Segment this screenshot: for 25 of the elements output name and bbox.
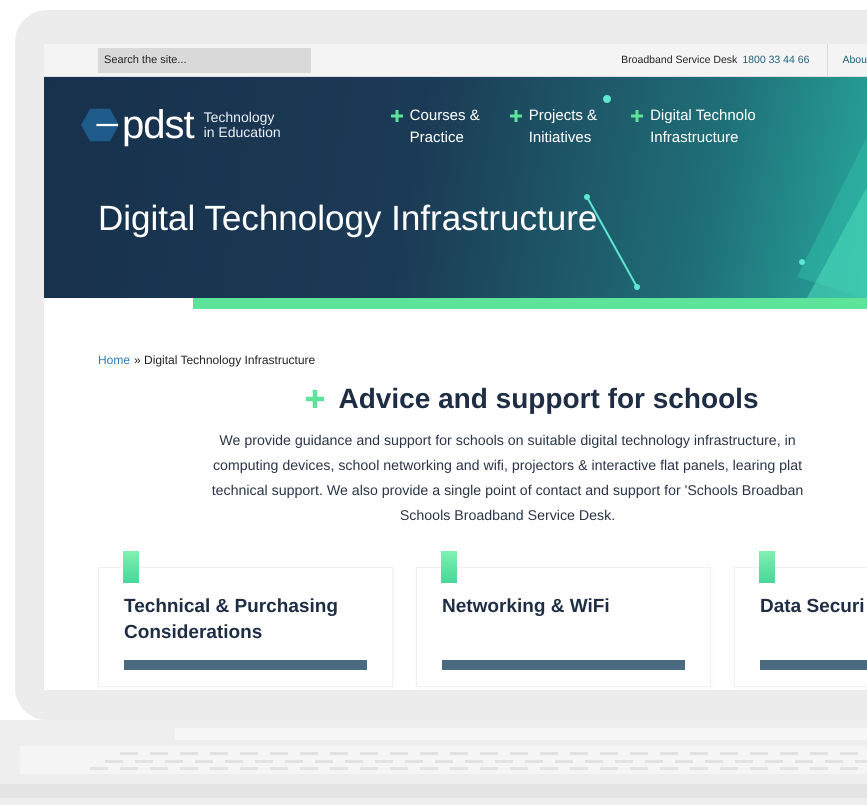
phone-link[interactable]: 1800 33 44 66 [742,54,810,66]
search-field[interactable]: Search the site... [98,48,311,72]
card-title: Data Securi [760,595,866,619]
logo-wordmark: pdst [122,105,194,145]
topic-card[interactable]: Data Securi [734,567,867,687]
topic-card[interactable]: Networking & WiFi [416,567,711,687]
plus-icon [510,110,522,122]
logo-tagline: Technology in Education [204,110,281,140]
section-heading: Advice and support for schools [338,383,759,415]
breadcrumb-home-link[interactable]: Home [98,353,130,367]
plus-icon [390,110,403,122]
plus-icon [306,390,324,408]
card-title: Networking & WiFi [442,595,611,619]
nav-menu-item[interactable]: Courses & Practice [390,105,480,149]
page-title: Digital Technology Infrastructure [98,199,598,239]
breadcrumb-current: » Digital Technology Infrastructure [134,353,316,367]
intro-paragraph: We provide guidance and support for schools on suitable digital technology infrastructure, in computing devices, school networking and wifi, projectors & interactive flat panels, learing plat technical support. We also provide a single point of contact and support for 'Schools Broadban Schools Broadband Service Desk. [210,432,804,526]
card-title: Technical & Purchasing Considerations [124,595,339,645]
nav-menu-item[interactable]: Projects & Initiatives [510,105,598,149]
service-desk-label: Broadband Service Desk [621,54,738,66]
nav-menu-item[interactable]: Digital Technolo Infrastructure [631,105,756,149]
hexagon-logo-icon [80,107,120,143]
plus-icon [631,110,644,122]
about-link[interactable]: Abou [842,54,867,66]
topic-card[interactable]: Technical & Purchasing Considerations [98,567,393,687]
